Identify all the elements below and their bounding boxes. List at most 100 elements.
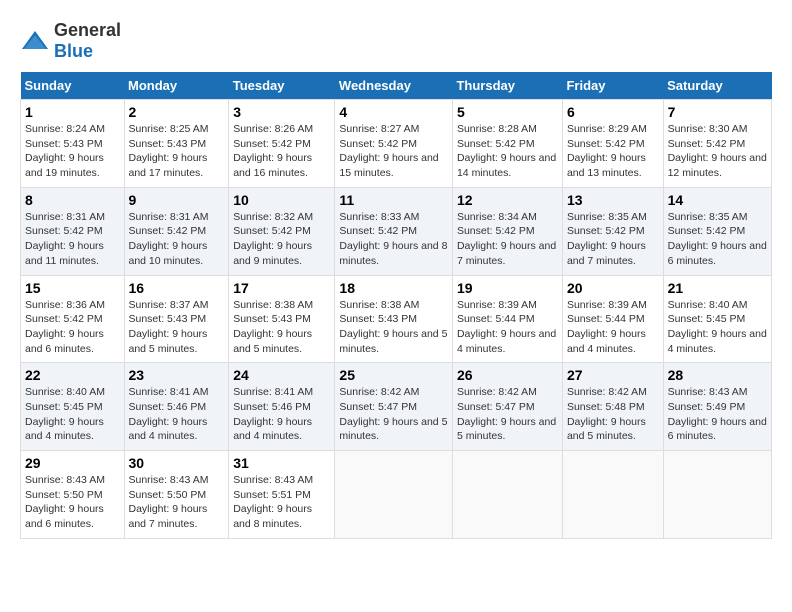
calendar-cell: 29 Sunrise: 8:43 AMSunset: 5:50 PMDaylig… [21,451,125,539]
day-info: Sunrise: 8:24 AMSunset: 5:43 PMDaylight:… [25,122,120,181]
day-info: Sunrise: 8:38 AMSunset: 5:43 PMDaylight:… [233,298,330,357]
day-info: Sunrise: 8:39 AMSunset: 5:44 PMDaylight:… [567,298,659,357]
day-info: Sunrise: 8:33 AMSunset: 5:42 PMDaylight:… [339,210,448,269]
day-info: Sunrise: 8:42 AMSunset: 5:48 PMDaylight:… [567,385,659,444]
logo-general: General [54,20,121,40]
day-info: Sunrise: 8:37 AMSunset: 5:43 PMDaylight:… [129,298,225,357]
calendar-cell: 22 Sunrise: 8:40 AMSunset: 5:45 PMDaylig… [21,363,125,451]
calendar-cell: 5 Sunrise: 8:28 AMSunset: 5:42 PMDayligh… [452,100,562,188]
day-number: 8 [25,192,120,208]
calendar-cell: 9 Sunrise: 8:31 AMSunset: 5:42 PMDayligh… [124,187,229,275]
calendar-cell: 12 Sunrise: 8:34 AMSunset: 5:42 PMDaylig… [452,187,562,275]
calendar-cell [663,451,771,539]
day-info: Sunrise: 8:34 AMSunset: 5:42 PMDaylight:… [457,210,558,269]
day-number: 7 [668,104,767,120]
day-number: 10 [233,192,330,208]
header-friday: Friday [562,72,663,100]
calendar-cell: 17 Sunrise: 8:38 AMSunset: 5:43 PMDaylig… [229,275,335,363]
week-row-1: 1 Sunrise: 8:24 AMSunset: 5:43 PMDayligh… [21,100,772,188]
day-number: 15 [25,280,120,296]
day-number: 18 [339,280,448,296]
calendar-cell [562,451,663,539]
day-number: 9 [129,192,225,208]
day-number: 20 [567,280,659,296]
day-number: 27 [567,367,659,383]
day-info: Sunrise: 8:39 AMSunset: 5:44 PMDaylight:… [457,298,558,357]
calendar-cell [452,451,562,539]
calendar-cell: 25 Sunrise: 8:42 AMSunset: 5:47 PMDaylig… [335,363,453,451]
logo: General Blue [20,20,121,62]
day-number: 2 [129,104,225,120]
day-number: 1 [25,104,120,120]
day-info: Sunrise: 8:28 AMSunset: 5:42 PMDaylight:… [457,122,558,181]
calendar-cell: 2 Sunrise: 8:25 AMSunset: 5:43 PMDayligh… [124,100,229,188]
calendar-table: SundayMondayTuesdayWednesdayThursdayFrid… [20,72,772,539]
day-info: Sunrise: 8:40 AMSunset: 5:45 PMDaylight:… [25,385,120,444]
day-number: 23 [129,367,225,383]
calendar-cell [335,451,453,539]
day-info: Sunrise: 8:30 AMSunset: 5:42 PMDaylight:… [668,122,767,181]
logo-icon [20,29,50,53]
calendar-cell: 28 Sunrise: 8:43 AMSunset: 5:49 PMDaylig… [663,363,771,451]
day-number: 31 [233,455,330,471]
calendar-cell: 15 Sunrise: 8:36 AMSunset: 5:42 PMDaylig… [21,275,125,363]
day-number: 21 [668,280,767,296]
logo-blue: Blue [54,41,93,61]
day-number: 22 [25,367,120,383]
calendar-cell: 24 Sunrise: 8:41 AMSunset: 5:46 PMDaylig… [229,363,335,451]
calendar-cell: 31 Sunrise: 8:43 AMSunset: 5:51 PMDaylig… [229,451,335,539]
day-number: 26 [457,367,558,383]
day-info: Sunrise: 8:41 AMSunset: 5:46 PMDaylight:… [233,385,330,444]
header-thursday: Thursday [452,72,562,100]
day-info: Sunrise: 8:27 AMSunset: 5:42 PMDaylight:… [339,122,448,181]
day-number: 24 [233,367,330,383]
calendar-cell: 27 Sunrise: 8:42 AMSunset: 5:48 PMDaylig… [562,363,663,451]
day-info: Sunrise: 8:31 AMSunset: 5:42 PMDaylight:… [25,210,120,269]
calendar-cell: 16 Sunrise: 8:37 AMSunset: 5:43 PMDaylig… [124,275,229,363]
day-number: 3 [233,104,330,120]
calendar-cell: 14 Sunrise: 8:35 AMSunset: 5:42 PMDaylig… [663,187,771,275]
day-info: Sunrise: 8:31 AMSunset: 5:42 PMDaylight:… [129,210,225,269]
day-info: Sunrise: 8:40 AMSunset: 5:45 PMDaylight:… [668,298,767,357]
calendar-cell: 11 Sunrise: 8:33 AMSunset: 5:42 PMDaylig… [335,187,453,275]
calendar-cell: 20 Sunrise: 8:39 AMSunset: 5:44 PMDaylig… [562,275,663,363]
day-number: 17 [233,280,330,296]
calendar-cell: 7 Sunrise: 8:30 AMSunset: 5:42 PMDayligh… [663,100,771,188]
calendar-cell: 21 Sunrise: 8:40 AMSunset: 5:45 PMDaylig… [663,275,771,363]
calendar-cell: 1 Sunrise: 8:24 AMSunset: 5:43 PMDayligh… [21,100,125,188]
header-sunday: Sunday [21,72,125,100]
calendar-cell: 8 Sunrise: 8:31 AMSunset: 5:42 PMDayligh… [21,187,125,275]
day-info: Sunrise: 8:35 AMSunset: 5:42 PMDaylight:… [668,210,767,269]
day-number: 5 [457,104,558,120]
day-number: 28 [668,367,767,383]
day-number: 4 [339,104,448,120]
day-number: 29 [25,455,120,471]
day-info: Sunrise: 8:41 AMSunset: 5:46 PMDaylight:… [129,385,225,444]
day-number: 14 [668,192,767,208]
day-info: Sunrise: 8:26 AMSunset: 5:42 PMDaylight:… [233,122,330,181]
day-number: 25 [339,367,448,383]
calendar-cell: 23 Sunrise: 8:41 AMSunset: 5:46 PMDaylig… [124,363,229,451]
calendar-cell: 19 Sunrise: 8:39 AMSunset: 5:44 PMDaylig… [452,275,562,363]
calendar-cell: 30 Sunrise: 8:43 AMSunset: 5:50 PMDaylig… [124,451,229,539]
week-row-5: 29 Sunrise: 8:43 AMSunset: 5:50 PMDaylig… [21,451,772,539]
day-number: 12 [457,192,558,208]
header-saturday: Saturday [663,72,771,100]
header-monday: Monday [124,72,229,100]
calendar-cell: 10 Sunrise: 8:32 AMSunset: 5:42 PMDaylig… [229,187,335,275]
day-info: Sunrise: 8:35 AMSunset: 5:42 PMDaylight:… [567,210,659,269]
day-number: 30 [129,455,225,471]
day-info: Sunrise: 8:43 AMSunset: 5:51 PMDaylight:… [233,473,330,532]
day-info: Sunrise: 8:29 AMSunset: 5:42 PMDaylight:… [567,122,659,181]
day-info: Sunrise: 8:32 AMSunset: 5:42 PMDaylight:… [233,210,330,269]
week-row-2: 8 Sunrise: 8:31 AMSunset: 5:42 PMDayligh… [21,187,772,275]
day-number: 19 [457,280,558,296]
day-number: 13 [567,192,659,208]
day-info: Sunrise: 8:38 AMSunset: 5:43 PMDaylight:… [339,298,448,357]
calendar-cell: 6 Sunrise: 8:29 AMSunset: 5:42 PMDayligh… [562,100,663,188]
calendar-cell: 4 Sunrise: 8:27 AMSunset: 5:42 PMDayligh… [335,100,453,188]
day-info: Sunrise: 8:42 AMSunset: 5:47 PMDaylight:… [339,385,448,444]
day-info: Sunrise: 8:25 AMSunset: 5:43 PMDaylight:… [129,122,225,181]
calendar-cell: 3 Sunrise: 8:26 AMSunset: 5:42 PMDayligh… [229,100,335,188]
week-row-4: 22 Sunrise: 8:40 AMSunset: 5:45 PMDaylig… [21,363,772,451]
